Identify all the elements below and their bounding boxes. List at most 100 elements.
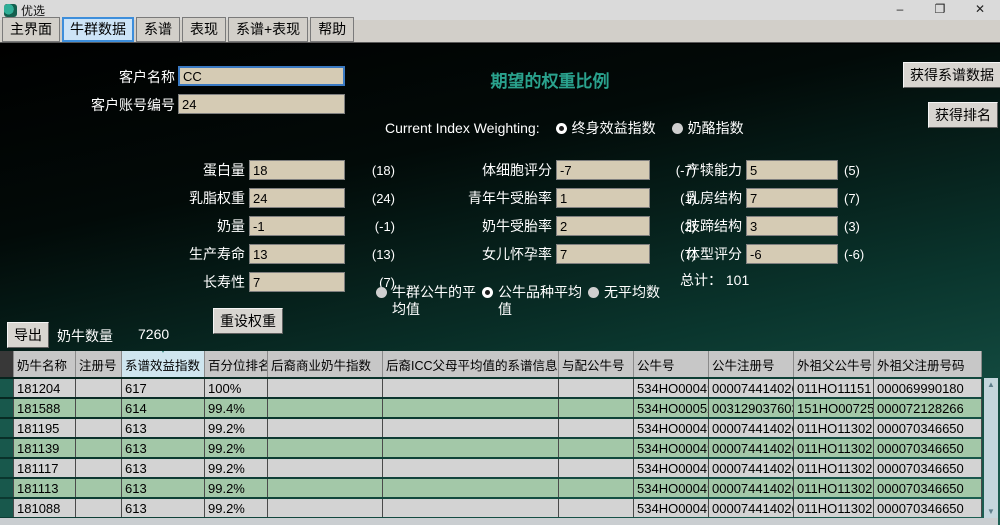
table-row[interactable]: 181204617100%534HO00049000074414026011HO… bbox=[0, 379, 982, 397]
menu-tab[interactable]: 系谱+表现 bbox=[228, 17, 308, 42]
column-header[interactable]: 与配公牛号 bbox=[559, 351, 634, 377]
menu-tab[interactable]: 表现 bbox=[182, 17, 226, 42]
weight-row: 肢蹄结构(3) bbox=[610, 212, 884, 240]
avg-option-breed[interactable]: 公牛品种平均值 bbox=[482, 284, 584, 318]
weight-input[interactable] bbox=[746, 160, 838, 180]
client-name-input[interactable] bbox=[178, 66, 345, 86]
scroll-down-icon[interactable]: ▼ bbox=[987, 507, 995, 516]
client-account-input[interactable] bbox=[178, 94, 345, 114]
row-selector[interactable] bbox=[0, 459, 14, 477]
radio-icon[interactable] bbox=[556, 123, 567, 134]
table-cell bbox=[268, 459, 383, 477]
weight-row: 产犊能力(5) bbox=[610, 156, 884, 184]
cow-count-value: 7260 bbox=[138, 326, 169, 342]
weight-row: 长寿性(7) bbox=[60, 268, 395, 296]
close-icon[interactable]: ✕ bbox=[960, 0, 1000, 20]
column-header[interactable]: 系谱效益指数 bbox=[122, 351, 205, 377]
radio-label: 公牛品种平均值 bbox=[498, 284, 584, 318]
table-cell: 613 bbox=[122, 419, 205, 437]
export-button[interactable]: 导出 bbox=[7, 322, 49, 348]
table-row[interactable]: 18113961399.2%534HO00049000074414026011H… bbox=[0, 439, 982, 457]
column-header[interactable]: 公牛注册号 bbox=[709, 351, 794, 377]
row-selector[interactable] bbox=[0, 351, 14, 377]
table-cell bbox=[76, 439, 122, 457]
row-selector[interactable] bbox=[0, 399, 14, 417]
table-cell bbox=[383, 379, 559, 397]
client-name-label: 客户名称 bbox=[60, 67, 175, 88]
table-cell: 000074414026 bbox=[709, 379, 794, 397]
weights-column-right: 产犊能力(5)乳房结构(7)肢蹄结构(3)体型评分(-6) bbox=[610, 156, 884, 268]
table-cell bbox=[268, 379, 383, 397]
table-cell: 000074414026 bbox=[709, 499, 794, 517]
table-cell bbox=[76, 419, 122, 437]
weight-input[interactable] bbox=[746, 188, 838, 208]
reset-weights-button[interactable]: 重设权重 bbox=[213, 308, 283, 334]
row-selector[interactable] bbox=[0, 499, 14, 517]
column-header[interactable]: 后裔ICC父母平均值的系谱信息 bbox=[383, 351, 559, 377]
table-cell: 613 bbox=[122, 479, 205, 497]
weight-label: 体型评分 bbox=[610, 244, 742, 264]
horizontal-scrollbar[interactable] bbox=[0, 518, 998, 525]
table-row[interactable]: 18108861399.2%534HO00049000074414026011H… bbox=[0, 499, 982, 517]
radio-icon[interactable] bbox=[588, 287, 599, 298]
table-cell: 534HO00049 bbox=[634, 459, 709, 477]
table-row[interactable]: 18111761399.2%534HO00049000074414026011H… bbox=[0, 459, 982, 477]
avg-option-none[interactable]: 无平均数 bbox=[588, 284, 660, 301]
section-title: 期望的权重比例 bbox=[430, 67, 670, 92]
vertical-scrollbar[interactable]: ▲ ▼ bbox=[984, 378, 998, 518]
weight-row: 乳房结构(7) bbox=[610, 184, 884, 212]
column-header[interactable]: 奶牛名称 bbox=[14, 351, 76, 377]
table-cell: 011HO11302 bbox=[794, 439, 874, 457]
row-selector[interactable] bbox=[0, 439, 14, 457]
table-cell: 151HO00725 bbox=[794, 399, 874, 417]
table-cell bbox=[559, 379, 634, 397]
column-header[interactable]: 公牛号 bbox=[634, 351, 709, 377]
weight-reference: (5) bbox=[844, 163, 884, 178]
menu-tab[interactable]: 主界面 bbox=[2, 17, 60, 42]
weight-input[interactable] bbox=[249, 160, 345, 180]
column-header[interactable]: 后裔商业奶牛指数 bbox=[268, 351, 383, 377]
avg-option-herd[interactable]: 牛群公牛的平均值 bbox=[376, 284, 478, 318]
radio-label: 终身效益指数 bbox=[572, 118, 656, 138]
weight-input[interactable] bbox=[249, 272, 345, 292]
weight-input[interactable] bbox=[249, 216, 345, 236]
column-header[interactable]: 外祖父注册号码 bbox=[874, 351, 982, 377]
table-cell: 000074414026 bbox=[709, 439, 794, 457]
weight-reference: (3) bbox=[844, 219, 884, 234]
restore-icon[interactable]: ❐ bbox=[920, 0, 960, 20]
row-selector[interactable] bbox=[0, 379, 14, 397]
get-pedigree-button[interactable]: 获得系谱数据 bbox=[903, 62, 1000, 88]
radio-icon[interactable] bbox=[482, 287, 493, 298]
table-cell bbox=[383, 479, 559, 497]
table-cell: 534HO00049 bbox=[634, 439, 709, 457]
column-header[interactable]: 百分位排名 bbox=[205, 351, 268, 377]
menu-tab[interactable]: 系谱 bbox=[136, 17, 180, 42]
weight-input[interactable] bbox=[249, 188, 345, 208]
table-row[interactable]: 18158861499.4%534HO00052003129037603151H… bbox=[0, 399, 982, 417]
weight-label: 长寿性 bbox=[60, 272, 245, 292]
table-cell: 99.2% bbox=[205, 419, 268, 437]
main-panel: 客户名称 客户账号编号 期望的权重比例 获得系谱数据 获得排名 Current … bbox=[0, 44, 1000, 525]
get-ranking-button[interactable]: 获得排名 bbox=[928, 102, 998, 128]
table-cell: 181204 bbox=[14, 379, 76, 397]
menu-tabbar: 主界面牛群数据系谱表现系谱+表现帮助 bbox=[0, 20, 1000, 43]
column-header[interactable]: 外祖父公牛号 bbox=[794, 351, 874, 377]
row-selector[interactable] bbox=[0, 479, 14, 497]
weight-input[interactable] bbox=[249, 244, 345, 264]
table-cell bbox=[559, 479, 634, 497]
menu-tab[interactable]: 牛群数据 bbox=[62, 17, 134, 42]
radio-icon[interactable] bbox=[376, 287, 387, 298]
menu-tab[interactable]: 帮助 bbox=[310, 17, 354, 42]
weight-input[interactable] bbox=[746, 216, 838, 236]
table-cell: 000072128266 bbox=[874, 399, 982, 417]
radio-icon[interactable] bbox=[672, 123, 683, 134]
table-cell bbox=[383, 399, 559, 417]
weight-input[interactable] bbox=[746, 244, 838, 264]
minimize-icon[interactable]: – bbox=[880, 0, 920, 20]
table-row[interactable]: 18111361399.2%534HO00049000074414026011H… bbox=[0, 479, 982, 497]
row-selector[interactable] bbox=[0, 419, 14, 437]
table-cell: 011HO11302 bbox=[794, 499, 874, 517]
table-row[interactable]: 18119561399.2%534HO00049000074414026011H… bbox=[0, 419, 982, 437]
scroll-up-icon[interactable]: ▲ bbox=[987, 380, 995, 389]
column-header[interactable]: 注册号 bbox=[76, 351, 122, 377]
